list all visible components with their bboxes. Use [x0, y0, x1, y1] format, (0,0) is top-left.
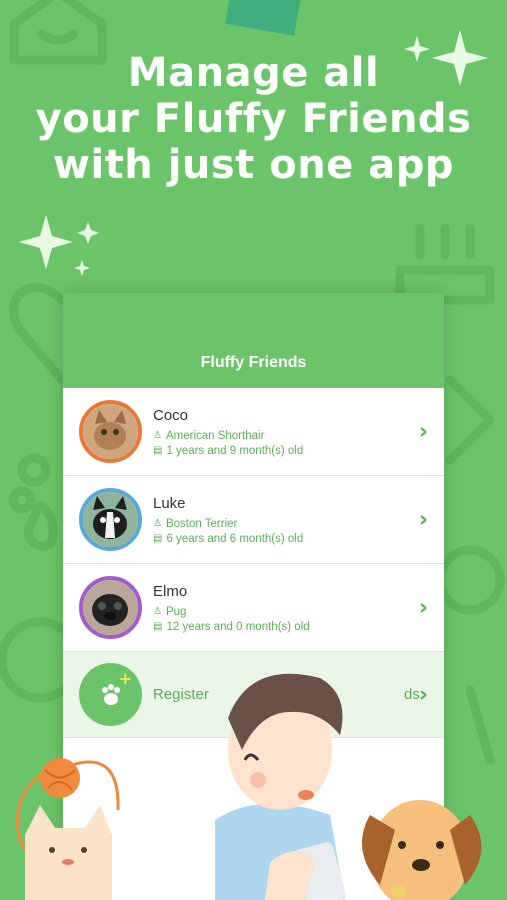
chevron-right-icon: ›	[418, 507, 428, 532]
paw-breed-icon: ♙	[153, 518, 162, 529]
cat-photo-icon	[83, 404, 138, 459]
pet-name: Coco	[153, 406, 189, 424]
cake-age-icon: ▤	[153, 533, 163, 544]
pet-info: Coco ♙ American Shorthair ▤ 1 years and …	[153, 407, 303, 457]
dog-photo-icon	[83, 492, 138, 547]
cake-age-icon: ▤	[153, 445, 163, 456]
illustration-person-cat-dog	[16, 673, 482, 900]
pet-breed-row: ♙ American Shorthair	[153, 430, 303, 442]
app-header: Fluffy Friends	[63, 293, 444, 388]
pet-breed: American Shorthair	[165, 429, 265, 442]
headline-line-1: Manage all	[127, 50, 380, 96]
pet-name: Luke	[153, 494, 186, 512]
pet-age-row: ▤ 1 years and 9 month(s) old	[153, 445, 303, 457]
pet-age: 6 years and 6 month(s) old	[166, 532, 304, 545]
headline: Manage all your Fluffy Friends with just…	[0, 50, 507, 188]
pet-age-row: ▤ 6 years and 6 month(s) old	[153, 533, 303, 545]
pet-row-luke[interactable]: Luke ♙ Boston Terrier ▤ 6 years and 6 mo…	[63, 476, 444, 564]
headline-line-3: with just one app	[53, 142, 454, 188]
headline-line-2: your Fluffy Friends	[35, 96, 472, 142]
pet-breed: Boston Terrier	[165, 517, 238, 530]
pet-avatar	[79, 488, 142, 551]
pet-name: Elmo	[153, 582, 188, 600]
pet-avatar	[79, 400, 142, 463]
pet-age: 1 years and 9 month(s) old	[166, 444, 304, 457]
pet-info: Luke ♙ Boston Terrier ▤ 6 years and 6 mo…	[153, 495, 303, 545]
pet-row-coco[interactable]: Coco ♙ American Shorthair ▤ 1 years and …	[63, 388, 444, 476]
chevron-right-icon: ›	[418, 419, 428, 444]
pet-breed-row: ♙ Boston Terrier	[153, 518, 303, 530]
paw-breed-icon: ♙	[153, 430, 162, 441]
app-title: Fluffy Friends	[200, 354, 307, 371]
